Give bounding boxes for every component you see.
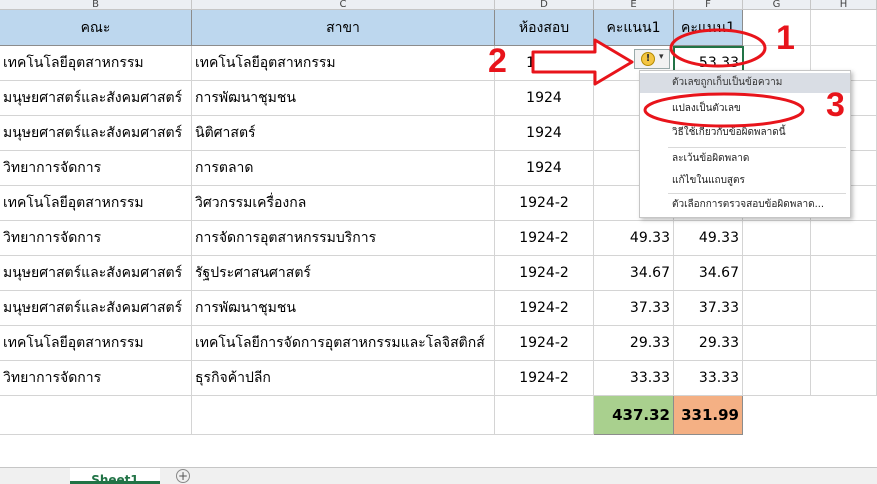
annotation-circle-menu-item — [643, 92, 805, 128]
annotation-step-2: 2 — [488, 42, 507, 80]
annotation-step-3: 3 — [826, 86, 845, 124]
annotation-step-1: 1 — [776, 19, 795, 57]
annotation-layer — [531, 28, 805, 128]
annotation-arrow-icon — [531, 38, 634, 86]
sheet-tab-sheet1[interactable]: Sheet1 — [70, 468, 160, 484]
sheet-tab-bar: Sheet1 + — [0, 467, 877, 484]
add-sheet-button[interactable]: + — [176, 469, 190, 483]
annotation-circle-cell — [669, 28, 767, 68]
